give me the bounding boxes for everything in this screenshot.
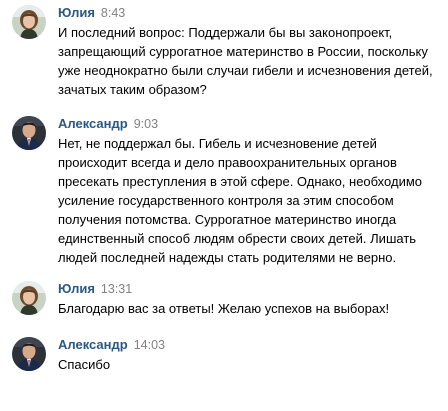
message-line: уже неоднократно были случаи гибели и ис… <box>58 63 433 78</box>
message-timestamp[interactable]: 9:03 <box>134 117 158 131</box>
author-name[interactable]: Александр <box>58 116 128 131</box>
message-line: происходит всегда и дело правоохранитель… <box>58 155 397 170</box>
message-header: Александр 9:03 <box>58 116 158 132</box>
author-name[interactable]: Юлия <box>58 5 95 20</box>
message-line: запрещающий суррогатное материнство в Ро… <box>58 44 428 59</box>
message-timestamp[interactable]: 13:31 <box>101 282 132 296</box>
user-photo-icon <box>12 5 46 39</box>
message-line: людей последней надежды стать родителями… <box>58 250 397 265</box>
message-timestamp[interactable]: 14:03 <box>134 338 165 352</box>
message-line: получения потомства. Суррогатное материн… <box>58 212 397 227</box>
message-line: Нет, не поддержал бы. Гибель и исчезнове… <box>58 136 377 151</box>
avatar-yulia[interactable] <box>12 5 46 39</box>
message-line: усиление государственного контроля за эт… <box>58 193 394 208</box>
message-header: Юлия 8:43 <box>58 5 125 21</box>
message-line: зачатых таким образом? <box>58 82 207 97</box>
message-text: Спасибо <box>58 355 442 374</box>
avatar-yulia[interactable] <box>12 281 46 315</box>
message-line: Благодарю вас за ответы! Желаю успехов н… <box>58 301 390 316</box>
message-line: Спасибо <box>58 357 111 372</box>
message-header: Александр 14:03 <box>58 337 165 353</box>
user-photo-icon <box>12 116 46 150</box>
avatar-alexander[interactable] <box>12 337 46 371</box>
message-text: Нет, не поддержал бы. Гибель и исчезнове… <box>58 134 442 267</box>
user-photo-icon <box>12 337 46 371</box>
user-photo-icon <box>12 281 46 315</box>
message-timestamp[interactable]: 8:43 <box>101 6 125 20</box>
message-text: Благодарю вас за ответы! Желаю успехов н… <box>58 299 442 318</box>
message-line: единственный способ людям обрести своих … <box>58 231 417 246</box>
message-line: пресекать преступления в этой сфере. Одн… <box>58 174 422 189</box>
message-line: И последний вопрос: Поддержали бы вы зак… <box>58 25 393 40</box>
avatar-alexander[interactable] <box>12 116 46 150</box>
author-name[interactable]: Александр <box>58 337 128 352</box>
message-header: Юлия 13:31 <box>58 281 132 297</box>
message-text: И последний вопрос: Поддержали бы вы зак… <box>58 23 442 99</box>
author-name[interactable]: Юлия <box>58 281 95 296</box>
